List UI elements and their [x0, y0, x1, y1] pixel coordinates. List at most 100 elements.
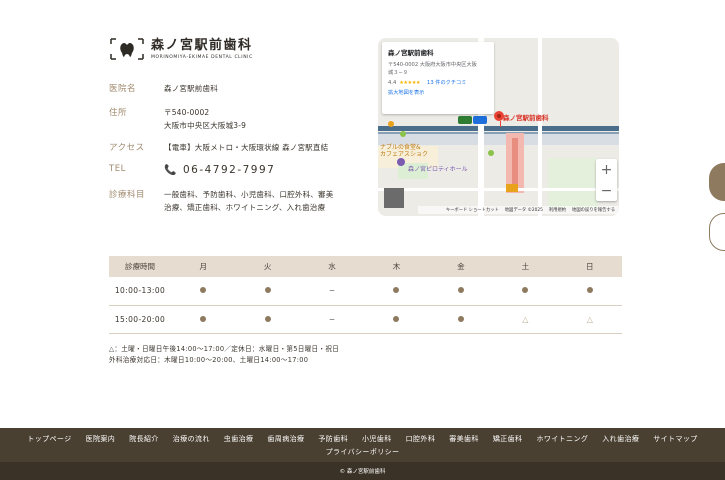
- note-line-1: △：土曜・日曜日午後14:00〜17:00／定休日：水曜日・第5日曜日・祝日: [109, 345, 340, 353]
- schedule-cell: [364, 277, 429, 306]
- schedule-cell: △: [493, 305, 558, 334]
- clinic-label: 医院名: [109, 84, 137, 94]
- schedule-cell: [171, 305, 236, 334]
- footer-link[interactable]: 矯正歯科: [493, 434, 523, 444]
- map-footer: キーボード ショートカット 地図データ ©2025 利用規約 地図の誤りを報告す…: [418, 206, 619, 214]
- footer-link[interactable]: 医院案内: [86, 434, 116, 444]
- open-dot-icon: [393, 315, 400, 322]
- header-fri: 金: [428, 256, 494, 277]
- logo-name-en: MORINOMIYA-EKIMAE DENTAL CLINIC: [151, 54, 253, 60]
- info-row-address: 住所 〒540-0002 大阪市中央区大阪城3-9: [109, 106, 246, 132]
- partial-triangle-icon: △: [522, 314, 529, 324]
- open-dot-icon: [586, 287, 593, 294]
- schedule-cell: [364, 305, 429, 334]
- partial-triangle-icon: △: [586, 314, 593, 324]
- footer-link[interactable]: サイトマップ: [653, 434, 697, 444]
- schedule-table: 診療時間 月 火 水 木 金 土 日 10:00-13:00−15:00-20:…: [109, 256, 622, 334]
- footer-link[interactable]: ホワイトニング: [536, 434, 588, 444]
- google-map[interactable]: 森ノ宮駅前歯科 〒540-0002 大阪府大阪市中央区大阪 城３−９ 4.4 ★…: [378, 38, 619, 216]
- open-dot-icon: [522, 287, 529, 294]
- open-dot-icon: [264, 287, 271, 294]
- header-wed: 水: [299, 256, 365, 277]
- tel-link[interactable]: 📞 06-4792-7997: [164, 164, 275, 177]
- header-sat: 土: [493, 256, 558, 277]
- map-pin-label[interactable]: 森ノ宮駅前歯科: [503, 112, 549, 122]
- schedule-header-row: 診療時間 月 火 水 木 金 土 日: [109, 256, 622, 277]
- open-dot-icon: [200, 315, 207, 322]
- report-error-link[interactable]: 地図の誤りを報告する: [572, 207, 615, 213]
- footer-link[interactable]: 院長紹介: [129, 434, 159, 444]
- zoom-out-button[interactable]: −: [596, 180, 617, 201]
- place-address-2: 城３−９: [388, 70, 408, 76]
- logo-name-ja: 森ノ宮駅前歯科: [151, 37, 253, 53]
- schedule-row: 10:00-13:00 −: [109, 277, 622, 306]
- schedule-cell: −: [299, 305, 365, 334]
- open-dot-icon: [457, 315, 464, 322]
- keyboard-shortcuts-link[interactable]: キーボード ショートカット: [446, 207, 499, 213]
- zoom-controls: + −: [596, 159, 617, 201]
- zoom-in-button[interactable]: +: [596, 159, 617, 180]
- info-row-clinic: 医院名 森ノ宮駅前歯科: [109, 82, 218, 95]
- schedule-time: 15:00-20:00: [109, 305, 171, 334]
- rating-stars-icon: ★★★★★: [399, 79, 421, 86]
- place-title: 森ノ宮駅前歯科: [388, 49, 434, 57]
- schedule-row: 15:00-20:00 − △ △: [109, 305, 622, 334]
- copyright: © 森ノ宮駅前歯科: [0, 462, 725, 480]
- schedule-cell: [428, 277, 494, 306]
- note-line-2: 外科治療対応日：木曜日10:00〜20:00、土曜日14:00〜17:00: [109, 356, 309, 364]
- map-label-piloti: 森ノ宮ピロティホール: [408, 166, 468, 173]
- access-value: 【電車】大阪メトロ・大阪環状線 森ノ宮駅直結: [164, 143, 329, 152]
- map-label-cafe2: カフェアスショク: [380, 151, 429, 158]
- place-card: 森ノ宮駅前歯科 〒540-0002 大阪府大阪市中央区大阪 城３−９ 4.4 ★…: [382, 42, 494, 114]
- floating-phone-button[interactable]: [709, 163, 725, 201]
- closed-dash-icon: −: [328, 286, 336, 296]
- footer-link[interactable]: 口腔外科: [406, 434, 436, 444]
- address-label: 住所: [109, 108, 128, 118]
- header-time: 診療時間: [109, 256, 171, 277]
- header-thu: 木: [364, 256, 429, 277]
- address-postal: 〒540-0002: [164, 108, 210, 117]
- footer-link[interactable]: 虫歯治療: [224, 434, 254, 444]
- place-address-1: 〒540-0002 大阪府大阪市中央区大阪: [388, 62, 477, 68]
- address-line: 大阪市中央区大阪城3-9: [164, 121, 247, 130]
- clinic-value: 森ノ宮駅前歯科: [164, 84, 218, 93]
- footer-nav: トップページ 医院案内 院長紹介 治療の流れ 虫歯治療 歯周病治療 予防歯科 小児歯科 口腔外科…: [0, 428, 725, 462]
- footer-link[interactable]: トップページ: [27, 434, 71, 444]
- info-row-tel: TEL 📞 06-4792-7997: [109, 164, 275, 177]
- schedule-cell: [235, 305, 300, 334]
- enlarge-map-link[interactable]: 拡大地図を表示: [388, 89, 488, 96]
- place-rating: 4.4: [388, 79, 397, 86]
- footer-link[interactable]: 入れ歯治療: [602, 434, 639, 444]
- terms-link[interactable]: 利用規約: [549, 207, 566, 213]
- open-dot-icon: [264, 315, 271, 322]
- access-label: アクセス: [109, 143, 145, 153]
- dept-value-2: 治療、矯正歯科、ホワイトニング、入れ歯治療: [164, 203, 326, 212]
- dept-value-1: 一般歯科、予防歯科、小児歯科、口腔外科、審美: [164, 190, 334, 199]
- schedule-cell: [428, 305, 494, 334]
- reviews-link[interactable]: 13 件のクチコミ: [427, 79, 466, 86]
- header-sun: 日: [557, 256, 622, 277]
- tooth-logo-icon: [109, 37, 145, 61]
- footer-link-privacy[interactable]: プライバシーポリシー: [326, 447, 400, 457]
- footer-link[interactable]: 小児歯科: [362, 434, 392, 444]
- schedule-cell: [493, 277, 558, 306]
- footer-link[interactable]: 予防歯科: [318, 434, 348, 444]
- footer-link[interactable]: 歯周病治療: [267, 434, 304, 444]
- footer-link[interactable]: 治療の流れ: [173, 434, 210, 444]
- info-row-access: アクセス 【電車】大阪メトロ・大阪環状線 森ノ宮駅直結: [109, 141, 328, 154]
- header-tue: 火: [235, 256, 300, 277]
- tel-number: 06-4792-7997: [182, 164, 276, 176]
- schedule-time: 10:00-13:00: [109, 277, 171, 306]
- schedule-cell: −: [299, 277, 365, 306]
- dept-label: 診療科目: [109, 190, 146, 200]
- info-row-departments: 診療科目 一般歯科、予防歯科、小児歯科、口腔外科、審美 治療、矯正歯科、ホワイト…: [109, 188, 333, 214]
- tel-label: TEL: [109, 164, 126, 174]
- header-mon: 月: [171, 256, 236, 277]
- schedule-cell: △: [557, 305, 622, 334]
- footer-link[interactable]: 審美歯科: [449, 434, 479, 444]
- closed-dash-icon: −: [328, 314, 336, 324]
- schedule-cell: [557, 277, 622, 306]
- floating-calendar-button[interactable]: [709, 213, 725, 251]
- footer-nav-row: トップページ 医院案内 院長紹介 治療の流れ 虫歯治療 歯周病治療 予防歯科 小児歯科 口腔外科…: [0, 428, 725, 444]
- clinic-logo[interactable]: 森ノ宮駅前歯科 MORINOMIYA-EKIMAE DENTAL CLINIC: [109, 37, 253, 61]
